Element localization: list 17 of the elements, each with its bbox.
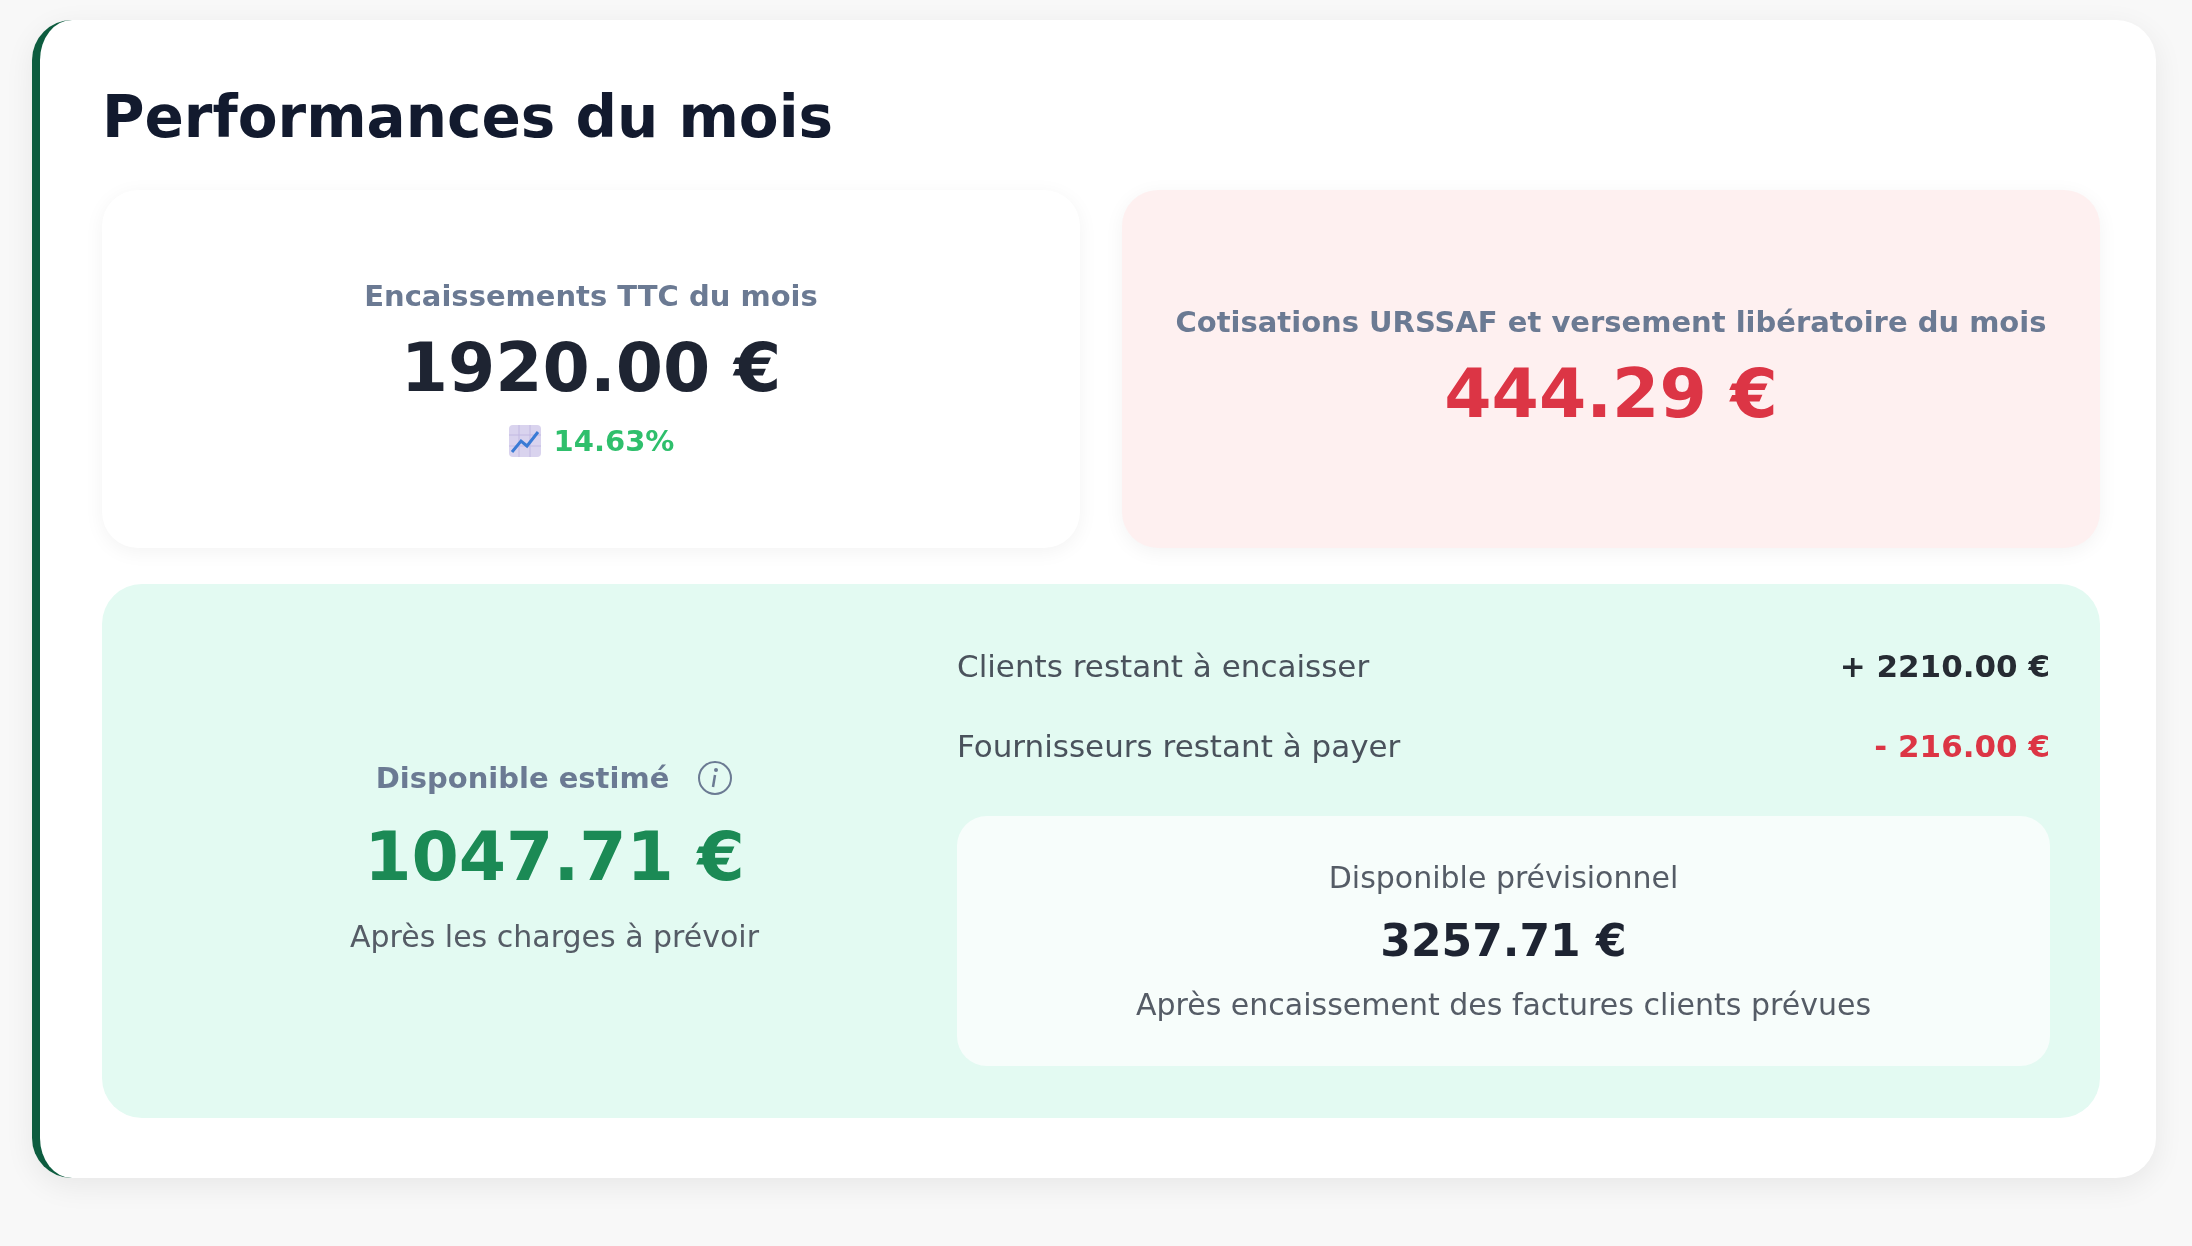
change-percent: 14.63%: [553, 424, 675, 459]
info-icon[interactable]: [697, 760, 734, 797]
section-title: Performances du mois: [102, 86, 835, 150]
available-note: Après les charges à prévoir: [349, 918, 760, 954]
stat-value: 1920.00 €: [400, 331, 782, 407]
available-value: 1047.71 €: [364, 820, 745, 895]
forecast-value: 3257.71 €: [1380, 916, 1627, 966]
flow-label: Fournisseurs restant à payer: [957, 727, 1401, 764]
stat-label: Encaissements TTC du mois: [364, 279, 818, 314]
forecast-label: Disponible prévisionnel: [1328, 859, 1679, 895]
flow-amount: - 216.00 €: [1874, 727, 2050, 764]
flow-label: Clients restant à encaisser: [957, 647, 1370, 684]
flow-amount: + 2210.00 €: [1839, 647, 2050, 684]
stat-label: Cotisations URSSAF et versement libératoire du mois: [1175, 305, 2047, 340]
available-label: Disponible estimé: [375, 761, 670, 796]
stat-value: 444.29 €: [1444, 357, 1778, 433]
forecast-note: Après encaissement des factures clients prévues: [1136, 987, 1871, 1023]
